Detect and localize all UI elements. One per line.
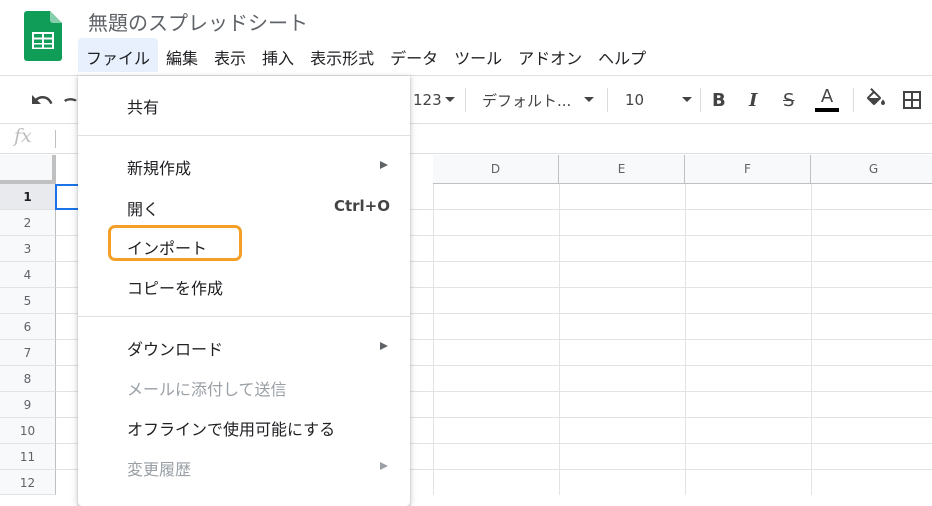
menu-item-new[interactable]: 新規作成 xyxy=(78,149,410,183)
row-header[interactable]: 8 xyxy=(0,366,56,392)
menu-item-label: 変更履歴 xyxy=(127,460,192,479)
borders-icon[interactable] xyxy=(901,76,923,124)
font-size-dropdown[interactable]: 10 xyxy=(625,76,693,124)
row-header[interactable]: 3 xyxy=(0,236,56,262)
menu-tools[interactable]: ツール xyxy=(446,38,510,72)
formula-separator xyxy=(55,130,56,148)
redo-icon[interactable] xyxy=(64,76,78,124)
menu-item-label: コピーを作成 xyxy=(127,279,224,298)
column-header-e[interactable]: E xyxy=(559,155,685,184)
menu-separator xyxy=(78,316,410,317)
toolbar-separator xyxy=(700,88,701,112)
number-format-label: 123 xyxy=(413,91,442,109)
menu-item-import[interactable]: インポート xyxy=(78,225,410,263)
toolbar-separator xyxy=(853,88,854,112)
menu-item-label: メールに添付して送信 xyxy=(127,380,287,399)
menu-help[interactable]: ヘルプ xyxy=(590,38,654,72)
document-title[interactable]: 無題のスプレッドシート xyxy=(88,7,308,36)
menu-view[interactable]: 表示 xyxy=(206,38,254,72)
shortcut-label: Ctrl+O xyxy=(333,197,390,215)
font-family-label: デフォルト... xyxy=(482,91,572,110)
menu-data[interactable]: データ xyxy=(382,38,446,72)
row-header[interactable]: 6 xyxy=(0,314,56,340)
text-color-letter: A xyxy=(820,86,834,107)
menu-bar: ファイル 編集 表示 挿入 表示形式 データ ツール アドオン ヘルプ xyxy=(78,38,654,72)
menu-item-open[interactable]: 開く Ctrl+O xyxy=(78,190,410,224)
row-header[interactable]: 12 xyxy=(0,470,56,495)
menu-item-label: 開く xyxy=(127,200,160,219)
column-header-g[interactable]: G xyxy=(811,155,932,184)
number-format-dropdown[interactable]: 123 xyxy=(413,76,456,124)
menu-addons[interactable]: アドオン xyxy=(510,38,590,72)
sheets-logo-icon[interactable] xyxy=(24,11,62,61)
undo-icon[interactable] xyxy=(30,76,54,124)
column-header-f[interactable]: F xyxy=(685,155,811,184)
menu-item-download[interactable]: ダウンロード xyxy=(78,330,410,364)
fill-color-icon[interactable] xyxy=(864,76,888,124)
active-cell-a1[interactable] xyxy=(55,184,79,210)
row-header[interactable]: 4 xyxy=(0,262,56,288)
menu-separator xyxy=(78,135,410,136)
menu-format[interactable]: 表示形式 xyxy=(302,38,382,72)
menu-item-email-attachment: メールに添付して送信 xyxy=(78,370,410,404)
toolbar-separator xyxy=(465,88,466,112)
text-color-swatch xyxy=(815,108,839,112)
font-size-label: 10 xyxy=(625,91,645,109)
menu-item-share[interactable]: 共有 xyxy=(78,88,410,122)
row-header[interactable]: 11 xyxy=(0,444,56,470)
menu-item-label: ダウンロード xyxy=(127,340,224,359)
row-header[interactable]: 10 xyxy=(0,418,56,444)
file-menu-dropdown: 共有 新規作成 開く Ctrl+O インポート コピーを作成 ダウンロード メー… xyxy=(78,76,410,506)
row-header[interactable]: 9 xyxy=(0,392,56,418)
row-header[interactable]: 7 xyxy=(0,340,56,366)
menu-item-version-history: 変更履歴 xyxy=(78,450,410,484)
text-color-button[interactable]: A xyxy=(815,76,839,124)
menu-item-label: オフラインで使用可能にする xyxy=(127,420,336,439)
row-header[interactable]: 2 xyxy=(0,210,56,236)
row-header[interactable]: 5 xyxy=(0,288,56,314)
menu-edit[interactable]: 編集 xyxy=(158,38,206,72)
menu-insert[interactable]: 挿入 xyxy=(254,38,302,72)
submenu-arrow-icon xyxy=(380,161,388,169)
menu-item-offline[interactable]: オフラインで使用可能にする xyxy=(78,410,410,444)
select-all-corner[interactable] xyxy=(0,155,56,184)
fx-label: fx xyxy=(14,125,32,147)
font-family-dropdown[interactable]: デフォルト... xyxy=(482,76,595,124)
row-header[interactable]: 1 xyxy=(0,184,56,210)
column-header-d[interactable]: D xyxy=(433,155,559,184)
submenu-arrow-icon xyxy=(380,462,388,470)
italic-button[interactable]: I xyxy=(749,76,757,124)
toolbar-separator xyxy=(607,88,608,112)
menu-file[interactable]: ファイル xyxy=(78,38,159,72)
menu-item-label: 新規作成 xyxy=(127,159,192,178)
menu-item-label: 共有 xyxy=(127,98,160,117)
submenu-arrow-icon xyxy=(380,342,388,350)
menu-item-make-copy[interactable]: コピーを作成 xyxy=(78,269,410,303)
strikethrough-button[interactable]: S xyxy=(783,76,794,124)
bold-button[interactable]: B xyxy=(712,76,726,124)
menu-item-label: インポート xyxy=(127,239,208,258)
